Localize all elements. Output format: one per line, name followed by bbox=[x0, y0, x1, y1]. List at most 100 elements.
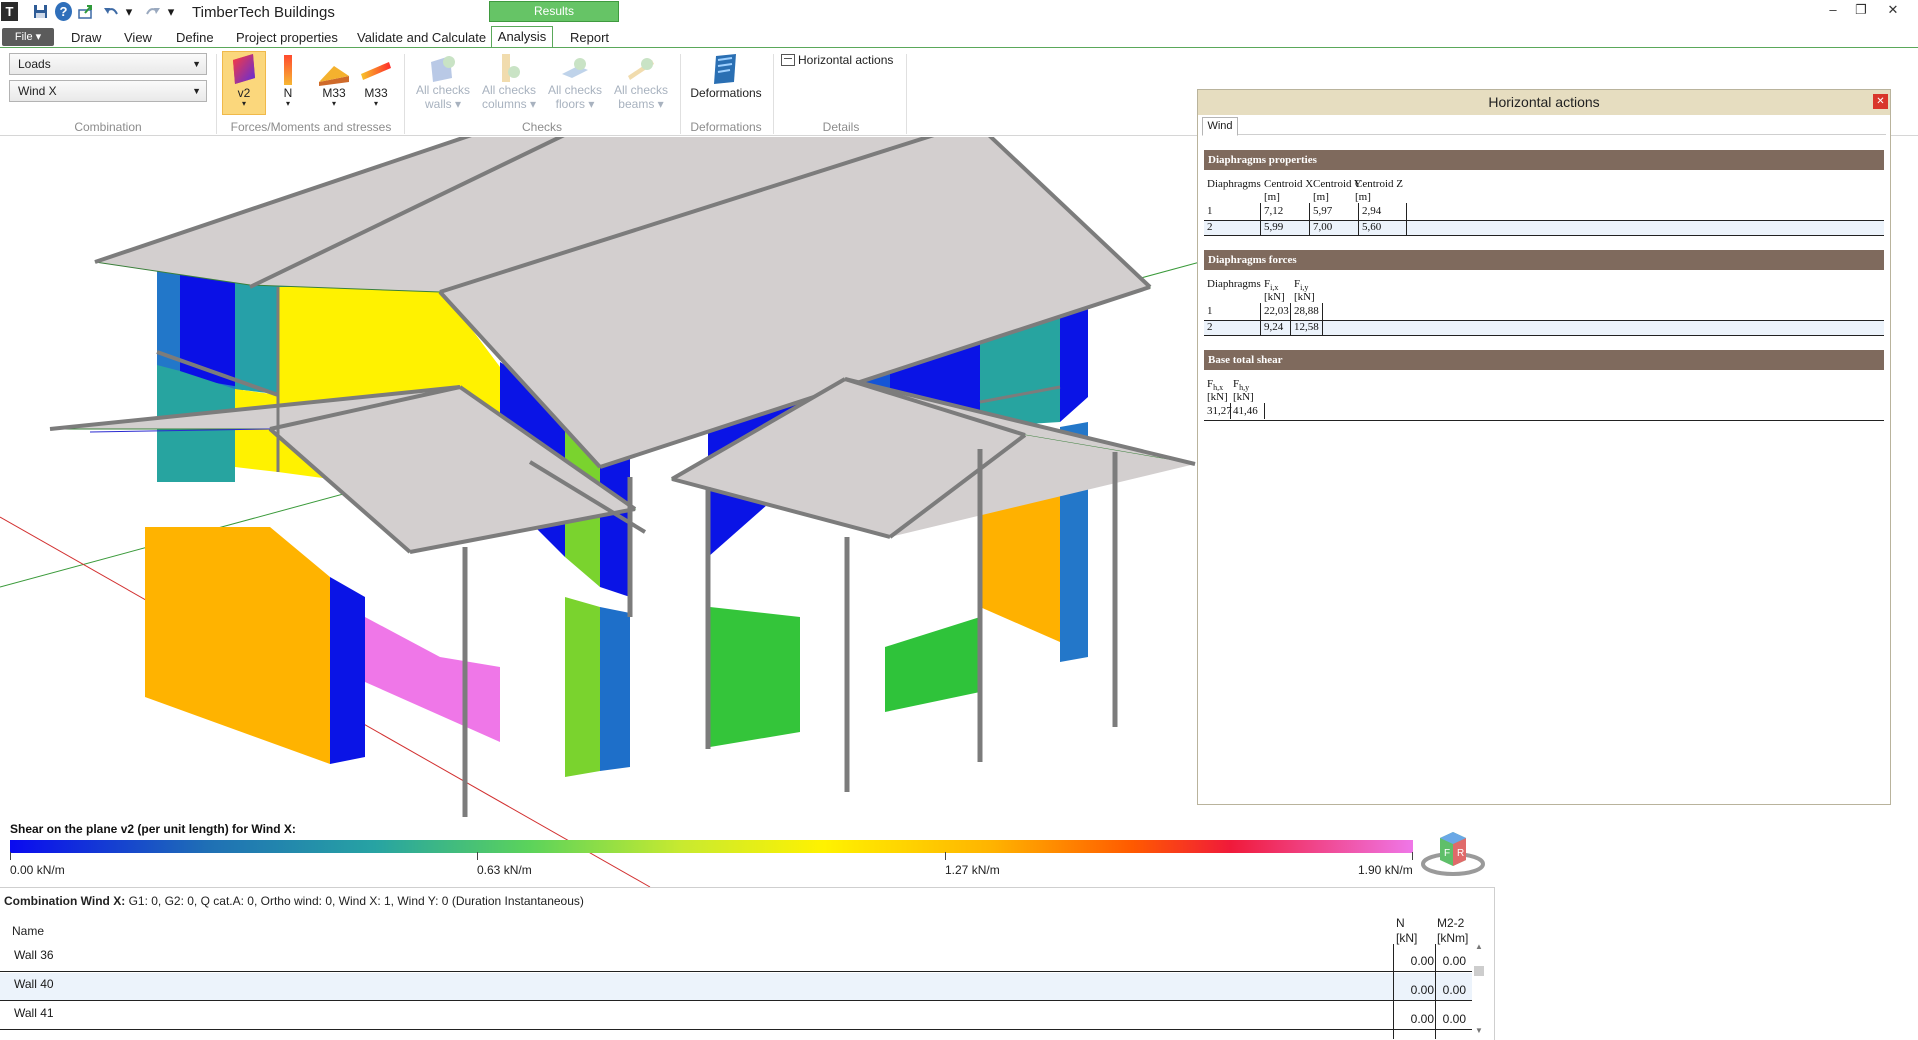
checks-floors-label-2: floors bbox=[555, 97, 585, 111]
base-shear-heading: Base total shear bbox=[1204, 350, 1884, 370]
forces-group-label: Forces/Moments and stresses bbox=[230, 120, 392, 134]
svg-text:F: F bbox=[1444, 848, 1450, 859]
cell: 7,12 bbox=[1264, 205, 1284, 217]
chevron-down-icon: ▾ bbox=[285, 99, 290, 108]
m33-moment-button[interactable]: M33 ▾ bbox=[316, 54, 352, 108]
menu-draw[interactable]: Draw bbox=[71, 30, 101, 45]
deformation-icon bbox=[714, 54, 736, 84]
save-icon[interactable] bbox=[32, 2, 49, 21]
redo-icon[interactable] bbox=[142, 2, 164, 21]
table-row[interactable]: Wall 36 0.00 0.00 bbox=[0, 944, 1480, 972]
checks-group-label: Checks bbox=[521, 120, 562, 134]
checks-walls-label-2: walls bbox=[424, 97, 452, 111]
menu-report[interactable]: Report bbox=[570, 30, 609, 45]
base-shear-y-value: 41,46 bbox=[1233, 405, 1258, 417]
all-checks-walls-button[interactable]: All checks walls ▾ bbox=[412, 52, 474, 111]
chevron-down-icon[interactable]: ▾ bbox=[124, 2, 134, 21]
vertical-scrollbar[interactable] bbox=[1890, 137, 1918, 737]
all-checks-columns-button[interactable]: All checks columns ▾ bbox=[478, 52, 540, 111]
row-n-value: 0.00 bbox=[1410, 1012, 1434, 1026]
all-checks-floors-button[interactable]: All checks floors ▾ bbox=[544, 52, 606, 111]
chevron-down-icon: ▼ bbox=[192, 86, 201, 96]
file-menu-label: File bbox=[14, 31, 33, 43]
column-header-n[interactable]: N bbox=[1396, 916, 1405, 930]
n-button-label: N bbox=[283, 86, 293, 100]
app-logo-icon[interactable]: T bbox=[1, 2, 18, 21]
row-name: Wall 41 bbox=[14, 1006, 54, 1020]
legend-title: Shear on the plane v2 (per unit length) … bbox=[10, 822, 296, 836]
menu-project-properties[interactable]: Project properties bbox=[236, 30, 338, 45]
col-divider bbox=[1230, 403, 1231, 419]
combination-caption-text: G1: 0, G2: 0, Q cat.A: 0, Ortho wind: 0,… bbox=[128, 894, 584, 908]
chevron-down-icon: ▾ bbox=[526, 97, 537, 111]
cell: 9,24 bbox=[1264, 321, 1284, 333]
menu-analysis[interactable]: Analysis bbox=[491, 26, 553, 48]
close-icon[interactable]: ✕ bbox=[1873, 94, 1888, 109]
panel-divider bbox=[1494, 887, 1495, 1040]
legend-tick bbox=[1412, 852, 1413, 860]
chevron-down-icon: ▾ bbox=[373, 99, 378, 108]
horizontal-actions-title[interactable]: Horizontal actions bbox=[1198, 90, 1890, 115]
scroll-thumb[interactable] bbox=[1474, 966, 1484, 976]
scroll-up-icon[interactable]: ▲ bbox=[1475, 942, 1483, 951]
wall-check-icon bbox=[431, 56, 455, 82]
menu-bar: File ▾ Draw View Define Project properti… bbox=[0, 26, 1918, 48]
color-scale-bar bbox=[10, 840, 1413, 853]
row-n-value: 0.00 bbox=[1410, 983, 1434, 997]
unit-y: [m] bbox=[1313, 191, 1329, 203]
cell: 1 bbox=[1207, 305, 1213, 317]
cell: 5,99 bbox=[1264, 221, 1284, 233]
row-highlight bbox=[1204, 221, 1884, 235]
table-row[interactable]: Wall 41 0.00 0.00 bbox=[0, 1002, 1480, 1030]
table-scrollbar[interactable]: ▲ ▼ bbox=[1472, 942, 1486, 1039]
tab-wind[interactable]: Wind bbox=[1202, 117, 1238, 136]
menu-view[interactable]: View bbox=[124, 30, 152, 45]
row-name: Wall 40 bbox=[14, 977, 54, 991]
title-bar: T ? ▾ ▾ TimberTech Buildings Results – ❐… bbox=[0, 0, 1918, 25]
cell: 22,03 bbox=[1264, 305, 1289, 317]
row-divider bbox=[1204, 235, 1884, 236]
row-divider bbox=[1204, 335, 1884, 336]
menu-define[interactable]: Define bbox=[176, 30, 214, 45]
moment-diagram-icon bbox=[319, 66, 349, 86]
v2-shear-button[interactable]: v2 ▾ bbox=[222, 51, 266, 115]
scroll-down-icon[interactable]: ▼ bbox=[1475, 1026, 1483, 1035]
results-context-tab[interactable]: Results bbox=[489, 1, 619, 22]
column-header-name[interactable]: Name bbox=[12, 924, 44, 938]
horizontal-actions-tabs: Wind bbox=[1202, 117, 1886, 136]
col-divider bbox=[1358, 203, 1359, 235]
n-axial-button[interactable]: N ▾ bbox=[272, 54, 304, 108]
table-row[interactable]: Wall 40 0.00 0.00 bbox=[0, 973, 1480, 1001]
restore-button[interactable]: ❐ bbox=[1848, 2, 1874, 20]
m33-button-label: M33 bbox=[322, 86, 346, 100]
checks-beams-label-2: beams bbox=[618, 97, 655, 111]
loads-dropdown[interactable]: Loads ▼ bbox=[9, 53, 207, 75]
minimize-button[interactable]: – bbox=[1820, 2, 1846, 20]
chevron-down-icon: ▾ bbox=[241, 99, 246, 108]
unit-fhy: [kN] bbox=[1233, 391, 1254, 403]
help-icon[interactable]: ? bbox=[55, 2, 72, 21]
menu-validate-calculate[interactable]: Validate and Calculate bbox=[357, 30, 486, 45]
horizontal-actions-button[interactable]: Horizontal actions bbox=[781, 53, 901, 67]
close-button[interactable]: ✕ bbox=[1880, 2, 1906, 20]
col-divider bbox=[1260, 203, 1261, 235]
view-cube-icon[interactable]: F R bbox=[1420, 828, 1486, 876]
chevron-down-icon[interactable]: ▾ bbox=[166, 2, 176, 21]
all-checks-beams-button[interactable]: All checks beams ▾ bbox=[610, 52, 672, 111]
combination-caption-label: Combination Wind X: bbox=[4, 894, 126, 908]
export-icon[interactable] bbox=[77, 2, 94, 21]
cell: 5,60 bbox=[1362, 221, 1382, 233]
m33-stress-button[interactable]: M33 ▾ bbox=[358, 54, 394, 108]
unit-x: [m] bbox=[1264, 191, 1280, 203]
loads-dropdown-value: Loads bbox=[18, 57, 51, 71]
col-centroid-x: Centroid X bbox=[1264, 178, 1314, 190]
axial-bar-icon bbox=[284, 55, 292, 85]
deformations-button[interactable]: Deformations bbox=[686, 52, 766, 100]
wind-dropdown[interactable]: Wind X ▼ bbox=[9, 80, 207, 102]
column-header-m22[interactable]: M2-2 bbox=[1437, 916, 1464, 930]
col-divider bbox=[1309, 203, 1310, 235]
undo-icon[interactable] bbox=[100, 2, 122, 21]
horizontal-actions-window[interactable]: Horizontal actions ✕ Wind Diaphragms pro… bbox=[1197, 89, 1891, 805]
svg-text:R: R bbox=[1457, 848, 1464, 859]
file-menu-button[interactable]: File ▾ bbox=[2, 28, 54, 46]
